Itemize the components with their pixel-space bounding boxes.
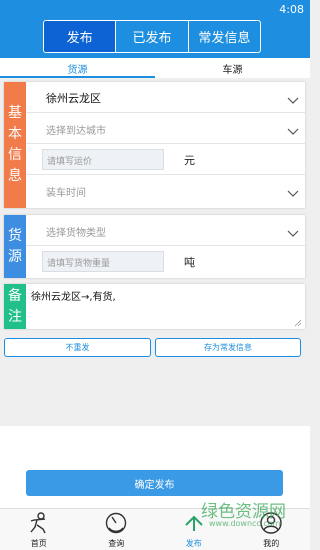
label-char: 源 (8, 248, 22, 265)
remark-value: 徐州云龙区→,有货, (31, 292, 116, 303)
resize-handle-icon[interactable] (294, 319, 302, 327)
weight-input[interactable]: 请填写货物重量 (42, 251, 164, 272)
confirm-publish-button[interactable]: 确定发布 (26, 470, 283, 496)
tab-home[interactable]: 首页 (0, 509, 78, 550)
chevron-down-icon (287, 223, 299, 237)
subtabs: 货源 车源 (0, 58, 310, 78)
bottom-tabbar: 首页 查询 发布 我的 (0, 508, 310, 550)
loading-time-row[interactable]: 装车时间 (26, 175, 305, 206)
tab-cargo-source[interactable]: 货源 (0, 58, 155, 78)
segment-published[interactable]: 已发布 (115, 21, 187, 52)
person-icon (30, 512, 46, 534)
label-char: 基 (8, 105, 22, 121)
segment-publish[interactable]: 发布 (44, 21, 116, 52)
tab-mine-label: 我的 (263, 539, 280, 548)
status-bar: 4:08 (0, 0, 310, 20)
gauge-icon (106, 512, 127, 534)
freight-unit: 元 (184, 154, 195, 167)
remark-section: 备 注 徐州云龙区→,有货, (4, 284, 305, 329)
chevron-down-icon (287, 183, 299, 197)
segmented-control: 发布 已发布 常发信息 (43, 20, 261, 53)
origin-row[interactable]: 徐州云龙区 (26, 82, 305, 113)
cargo-type-row[interactable]: 选择货物类型 (26, 215, 305, 246)
destination-row[interactable]: 选择到达城市 (26, 113, 305, 144)
label-char: 本 (8, 126, 22, 142)
freight-input[interactable]: 请填写运价 (42, 149, 164, 170)
remark-label: 备 注 (4, 284, 26, 329)
origin-value: 徐州云龙区 (46, 92, 101, 105)
cargo-type-placeholder: 选择货物类型 (46, 228, 106, 239)
tab-query[interactable]: 查询 (78, 509, 156, 550)
destination-placeholder: 选择到达城市 (46, 126, 106, 137)
tab-home-label: 首页 (30, 539, 47, 548)
tab-query-label: 查询 (108, 539, 125, 548)
loading-time-placeholder: 装车时间 (46, 188, 86, 199)
profile-icon (260, 512, 282, 534)
publish-icon (185, 515, 203, 531)
header: 发布 已发布 常发信息 (0, 20, 310, 58)
basic-info-section: 基 本 信 息 徐州云龙区 选择到达城市 请填写运价 元 装车时间 (4, 82, 305, 208)
no-repeat-button[interactable]: 不重发 (4, 338, 151, 357)
tab-publish-label: 发布 (185, 539, 202, 548)
label-char: 注 (8, 308, 22, 325)
save-frequent-button[interactable]: 存为常发信息 (155, 338, 301, 357)
weight-unit: 吨 (184, 256, 195, 269)
basic-info-label: 基 本 信 息 (4, 82, 26, 208)
tab-vehicle-source[interactable]: 车源 (155, 58, 310, 78)
label-char: 备 (8, 287, 22, 304)
label-char: 货 (8, 227, 22, 244)
chevron-down-icon (287, 90, 299, 104)
segment-frequent-info[interactable]: 常发信息 (187, 21, 260, 52)
weight-row: 请填写货物重量 吨 (26, 246, 305, 277)
freight-row: 请填写运价 元 (26, 144, 305, 175)
tab-mine[interactable]: 我的 (233, 509, 311, 550)
cargo-section: 货 源 选择货物类型 请填写货物重量 吨 (4, 215, 305, 278)
remark-textarea[interactable]: 徐州云龙区→,有货, (26, 284, 305, 329)
tab-publish[interactable]: 发布 (155, 509, 233, 550)
chevron-down-icon (287, 121, 299, 135)
status-time: 4:08 (279, 3, 304, 16)
label-char: 息 (8, 168, 22, 184)
label-char: 信 (8, 147, 22, 163)
cargo-label: 货 源 (4, 215, 26, 278)
